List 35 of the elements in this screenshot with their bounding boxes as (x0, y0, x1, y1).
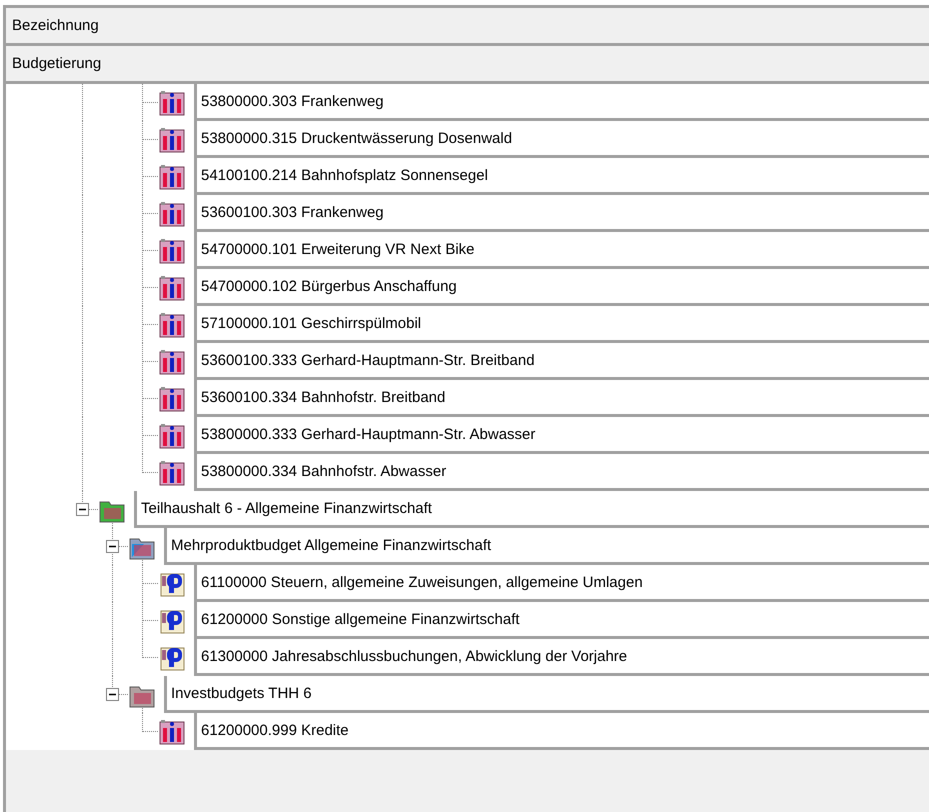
tree-item[interactable]: 53600100.303 Frankenweg (201, 204, 384, 220)
tree-item[interactable]: 53600100.334 Bahnhofstr. Breitband (201, 388, 446, 406)
tree-item[interactable]: 54700000.102 Bürgerbus Anschaffung (201, 278, 457, 294)
info-book-icon (158, 310, 186, 338)
info-book-icon (158, 162, 186, 190)
tree-item[interactable]: 61200000.999 Kredite (201, 722, 349, 738)
tree-item[interactable]: Mehrproduktbudget Allgemeine Finanzwirtschaft (171, 536, 492, 554)
info-book-icon (158, 236, 186, 264)
info-book-icon (158, 88, 186, 116)
info-book-icon (158, 384, 186, 412)
collapse-toggle[interactable] (76, 503, 89, 516)
info-book-icon (158, 126, 186, 154)
info-book-icon (158, 348, 186, 376)
info-book-icon (158, 458, 186, 486)
info-book-icon (158, 718, 186, 746)
tree-item[interactable]: 53800000.315 Druckentwässerung Dosenwald (201, 130, 512, 146)
collapse-toggle[interactable] (106, 688, 119, 701)
tree-item[interactable]: 53800000.303 Frankenweg (201, 92, 384, 110)
info-book-icon (158, 422, 186, 450)
tree-item[interactable]: 53800000.334 Bahnhofstr. Abwasser (201, 462, 446, 480)
tree-item[interactable]: 53600100.333 Gerhard-Hauptmann-Str. Breitband (201, 352, 535, 368)
info-book-icon (158, 274, 186, 302)
tree-item[interactable]: 53800000.333 Gerhard-Hauptmann-Str. Abwasser (201, 426, 536, 442)
tree-item[interactable]: 54700000.101 Erweiterung VR Next Bike (201, 240, 475, 258)
header-label: Bezeichnung (12, 17, 99, 34)
tree-item[interactable]: 61200000 Sonstige allgemeine Finanzwirtschaft (201, 610, 520, 628)
tree-item[interactable]: 61100000 Steuern, allgemeine Zuweisungen, allgemeine Umlagen (201, 574, 643, 590)
collapse-toggle[interactable] (106, 540, 119, 553)
tree-item[interactable]: 57100000.101 Geschirrspülmobil (201, 314, 422, 332)
tree-item[interactable]: 54100100.214 Bahnhofsplatz Sonnensegel (201, 166, 488, 184)
tree-item[interactable]: Teilhaushalt 6 - Allgemeine Finanzwirtschaft (141, 500, 432, 516)
header-label: Budgetierung (12, 55, 102, 72)
info-book-icon (158, 200, 186, 228)
tree-item[interactable]: Investbudgets THH 6 (171, 684, 312, 702)
tree-item[interactable]: 61300000 Jahresabschlussbuchungen, Abwicklung der Vorjahre (201, 648, 628, 664)
